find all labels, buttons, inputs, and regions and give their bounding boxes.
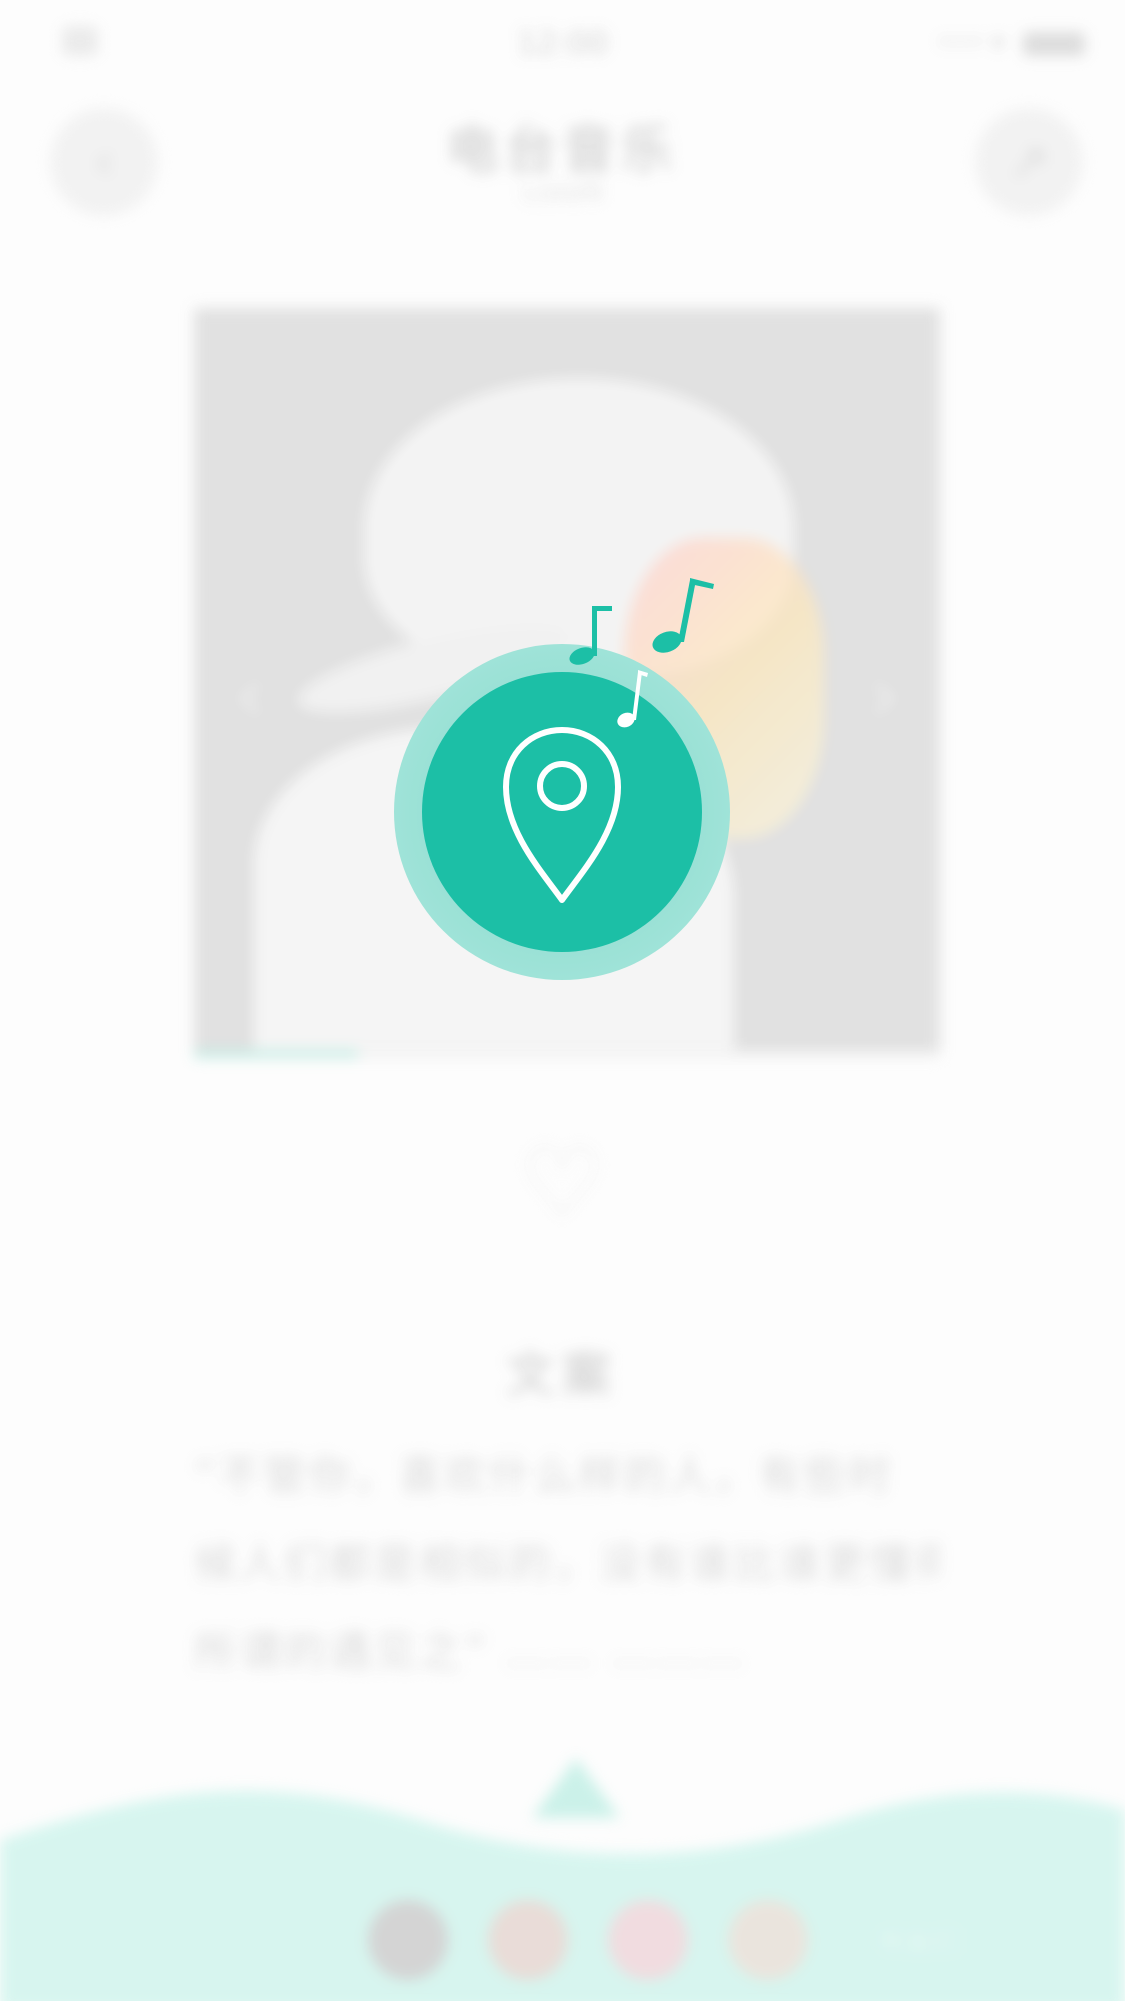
status-right: ••• ▾: [937, 28, 1085, 58]
music-note-icon: [652, 578, 714, 653]
music-note-icon: [569, 606, 612, 665]
listeners-label[interactable]: 听友们: [880, 1922, 958, 1959]
previous-icon[interactable]: ‹: [234, 648, 266, 741]
footer-wave: [0, 1791, 1125, 2001]
progress-fill: [194, 1050, 359, 1058]
avatar[interactable]: [608, 1900, 688, 1980]
avatar[interactable]: [728, 1900, 808, 1980]
status-indicators: ••• ▾: [937, 28, 1005, 58]
playback-progress[interactable]: [194, 1050, 940, 1058]
music-note-icon: [617, 670, 648, 728]
background-player-screen: 12:00 ••• ▾ ‹ ↗ 电台音乐 ListeN ‹ › ♡ 文案 “不管: [0, 0, 1125, 2001]
avatar[interactable]: [488, 1900, 568, 1980]
screen: 12:00 ••• ▾ ‹ ↗ 电台音乐 ListeN ‹ › ♡ 文案 “不管: [0, 0, 1125, 2001]
story-title: 文案: [506, 1347, 619, 1403]
status-bar: 12:00 ••• ▾: [0, 0, 1125, 90]
pin-disc: [422, 672, 702, 952]
story-line: 所谓的遇见之” …… ………: [194, 1627, 747, 1676]
story-line: “不管你，喜欢什么样的人，有些时: [194, 1451, 894, 1500]
battery-icon: [1023, 31, 1085, 56]
avatar[interactable]: [368, 1900, 448, 1980]
page-title: 电台音乐: [446, 121, 679, 181]
story-line: 候人们都是相似的，没有谁比谁更懂得。: [194, 1539, 940, 1588]
location-pin-button[interactable]: [394, 644, 730, 980]
next-icon[interactable]: ›: [868, 648, 900, 741]
heart-icon[interactable]: ♡: [512, 1135, 612, 1231]
page-subtitle: ListeN: [522, 178, 603, 208]
location-pin-icon: [503, 727, 621, 903]
